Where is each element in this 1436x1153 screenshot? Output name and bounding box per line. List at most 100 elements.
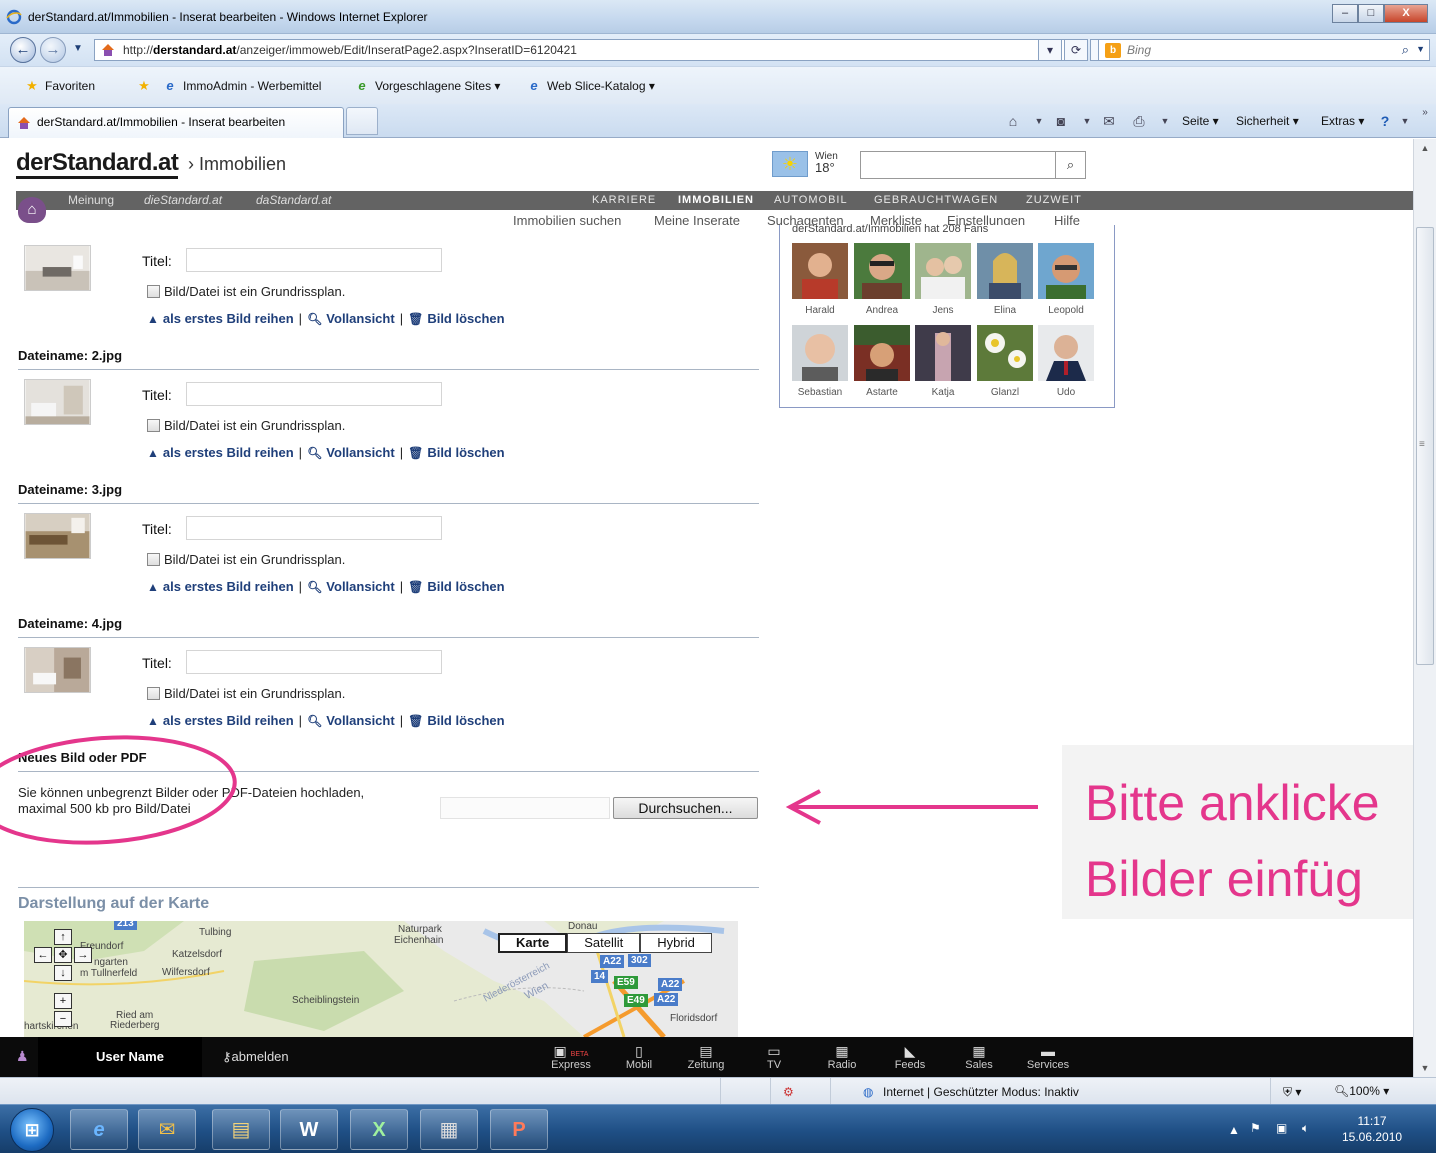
fan-avatar[interactable]: Elina bbox=[977, 243, 1033, 316]
site-logo[interactable]: derStandard.at bbox=[16, 150, 179, 179]
floorplan-checkbox-row[interactable]: Bild/Datei ist ein Grundrissplan. bbox=[147, 686, 345, 701]
pan-up-icon[interactable]: ↑ bbox=[54, 929, 72, 945]
fullview-link[interactable]: Vollansicht bbox=[326, 713, 394, 728]
image-title-input[interactable] bbox=[186, 516, 442, 540]
image-thumbnail[interactable] bbox=[24, 513, 91, 559]
start-button[interactable]: ⊞ bbox=[10, 1108, 54, 1152]
security-zone[interactable]: Internet | Geschützter Modus: Inaktiv bbox=[883, 1085, 1079, 1099]
back-button[interactable]: ← bbox=[10, 37, 36, 63]
fav-immoadmin[interactable]: e ImmoAdmin - Werbemittel bbox=[162, 78, 321, 94]
page-scrollbar[interactable]: ▲ ≡ ▼ bbox=[1413, 139, 1436, 1077]
floorplan-checkbox-row[interactable]: Bild/Datei ist ein Grundrissplan. bbox=[147, 284, 345, 299]
search-dropdown-icon[interactable]: ▼ bbox=[1416, 44, 1425, 54]
help-dropdown-icon[interactable]: ▼ bbox=[1396, 112, 1414, 130]
search-input[interactable]: b Bing ⌕ ▼ bbox=[1098, 39, 1430, 61]
move-first-link[interactable]: als erstes Bild reihen bbox=[163, 713, 294, 728]
mail-icon[interactable]: ✉ bbox=[1100, 112, 1118, 130]
forward-button[interactable]: → bbox=[40, 37, 66, 63]
fullview-link[interactable]: Vollansicht bbox=[326, 579, 394, 594]
nav-zuzweit[interactable]: ZUZWEIT bbox=[1026, 194, 1082, 206]
toolbar-zeitung[interactable]: ▤ Zeitung bbox=[676, 1043, 736, 1071]
toolbar-services[interactable]: ▬ Services bbox=[1018, 1043, 1078, 1071]
fan-avatar[interactable]: Glanzl bbox=[977, 325, 1033, 398]
menu-seite[interactable]: Seite ▾ bbox=[1182, 114, 1219, 128]
subnav-immobilien-suchen[interactable]: Immobilien suchen bbox=[513, 213, 621, 228]
refresh-icon[interactable]: ⟳ bbox=[1064, 39, 1088, 61]
move-first-link[interactable]: als erstes Bild reihen bbox=[163, 311, 294, 326]
floorplan-checkbox[interactable] bbox=[147, 285, 160, 298]
image-title-input[interactable] bbox=[186, 650, 442, 674]
image-title-input[interactable] bbox=[186, 248, 442, 272]
fan-avatar[interactable]: Jens bbox=[915, 243, 971, 316]
taskbar-explorer-icon[interactable]: ▤ bbox=[212, 1109, 270, 1150]
floorplan-checkbox[interactable] bbox=[147, 419, 160, 432]
help-icon[interactable]: ? bbox=[1376, 112, 1394, 130]
taskbar-excel-icon[interactable]: X bbox=[350, 1109, 408, 1150]
zoom-control[interactable]: 🔍︎100% ▾ bbox=[1334, 1084, 1389, 1098]
favorites-button[interactable]: ★ Favoriten bbox=[24, 78, 95, 94]
nav-dastandard[interactable]: daStandard.at bbox=[256, 193, 331, 207]
tab-inserat-bearbeiten[interactable]: derStandard.at/Immobilien - Inserat bear… bbox=[8, 107, 344, 138]
toolbar-express[interactable]: ▣ BETA Express bbox=[541, 1043, 601, 1071]
address-dropdown-icon[interactable]: ▾ bbox=[1038, 39, 1062, 61]
fan-avatar[interactable]: Katja bbox=[915, 325, 971, 398]
move-first-link[interactable]: als erstes Bild reihen bbox=[163, 579, 294, 594]
popup-blocker-icon[interactable]: ⚙ bbox=[783, 1085, 794, 1099]
site-search-icon[interactable]: ⌕ bbox=[1055, 152, 1085, 178]
pan-left-icon[interactable]: ← bbox=[34, 947, 52, 963]
fan-avatar[interactable]: Andrea bbox=[854, 243, 910, 316]
nav-karriere[interactable]: KARRIERE bbox=[592, 194, 656, 206]
toolbar-tv[interactable]: ▭ TV bbox=[744, 1043, 804, 1071]
nav-meinung[interactable]: Meinung bbox=[68, 193, 114, 207]
image-thumbnail[interactable] bbox=[24, 647, 91, 693]
search-icon[interactable]: ⌕ bbox=[1402, 42, 1409, 58]
clock[interactable]: 11:17 15.06.2010 bbox=[1342, 1113, 1402, 1145]
menu-extras[interactable]: Extras ▾ bbox=[1321, 114, 1364, 128]
delete-image-link[interactable]: Bild löschen bbox=[427, 713, 504, 728]
pan-center-icon[interactable]: ✥ bbox=[54, 947, 72, 963]
move-first-link[interactable]: als erstes Bild reihen bbox=[163, 445, 294, 460]
minimize-button[interactable]: – bbox=[1332, 4, 1358, 23]
toolbar-sales[interactable]: ▦ Sales bbox=[949, 1043, 1009, 1071]
taskbar-outlook-icon[interactable]: ✉ bbox=[138, 1109, 196, 1150]
pan-right-icon[interactable]: → bbox=[74, 947, 92, 963]
nav-immobilien[interactable]: IMMOBILIEN bbox=[678, 194, 754, 206]
fan-avatar[interactable]: Sebastian bbox=[792, 325, 848, 398]
tray-expand-icon[interactable]: ▲ bbox=[1228, 1123, 1240, 1137]
close-button[interactable]: X bbox=[1384, 4, 1428, 23]
delete-image-link[interactable]: Bild löschen bbox=[427, 445, 504, 460]
fullview-link[interactable]: Vollansicht bbox=[326, 311, 394, 326]
zoom-out-icon[interactable]: − bbox=[54, 1011, 72, 1027]
logout-link[interactable]: ⚷abmelden bbox=[222, 1049, 289, 1065]
site-section-title[interactable]: › Immobilien bbox=[188, 154, 286, 175]
new-tab-button[interactable] bbox=[346, 107, 378, 135]
image-thumbnail[interactable] bbox=[24, 245, 91, 291]
feeds-icon[interactable]: ◙ bbox=[1052, 112, 1070, 130]
site-home-icon[interactable]: ⌂ bbox=[18, 197, 46, 223]
map-type-karte[interactable]: Karte bbox=[498, 933, 568, 953]
action-center-icon[interactable]: ⚑ bbox=[1250, 1121, 1261, 1135]
floorplan-checkbox-row[interactable]: Bild/Datei ist ein Grundrissplan. bbox=[147, 552, 345, 567]
taskbar-calculator-icon[interactable]: ▦ bbox=[420, 1109, 478, 1150]
image-title-input[interactable] bbox=[186, 382, 442, 406]
map-type-hybrid[interactable]: Hybrid bbox=[640, 933, 712, 953]
floorplan-checkbox[interactable] bbox=[147, 553, 160, 566]
taskbar-ie-icon[interactable]: e bbox=[70, 1109, 128, 1150]
history-dropdown-icon[interactable]: ▼ bbox=[73, 43, 83, 54]
fan-avatar[interactable]: Harald bbox=[792, 243, 848, 316]
nav-diestandard[interactable]: dieStandard.at bbox=[144, 193, 222, 207]
pan-down-icon[interactable]: ↓ bbox=[54, 965, 72, 981]
fullview-link[interactable]: Vollansicht bbox=[326, 445, 394, 460]
home-icon[interactable]: ⌂ bbox=[1004, 112, 1022, 130]
fan-avatar[interactable]: Leopold bbox=[1038, 243, 1094, 316]
zoom-in-icon[interactable]: + bbox=[54, 993, 72, 1009]
delete-image-link[interactable]: Bild löschen bbox=[427, 311, 504, 326]
scroll-down-icon[interactable]: ▼ bbox=[1414, 1059, 1436, 1077]
taskbar-powerpoint-icon[interactable]: P bbox=[490, 1109, 548, 1150]
browse-button[interactable]: Durchsuchen... bbox=[613, 797, 758, 819]
toolbar-mobil[interactable]: ▯ Mobil bbox=[609, 1043, 669, 1071]
feeds-dropdown-icon[interactable]: ▼ bbox=[1078, 112, 1096, 130]
network-icon[interactable]: ▣ bbox=[1276, 1121, 1287, 1135]
toolbar-feeds[interactable]: ◣ Feeds bbox=[880, 1043, 940, 1071]
maximize-button[interactable]: □ bbox=[1358, 4, 1384, 23]
